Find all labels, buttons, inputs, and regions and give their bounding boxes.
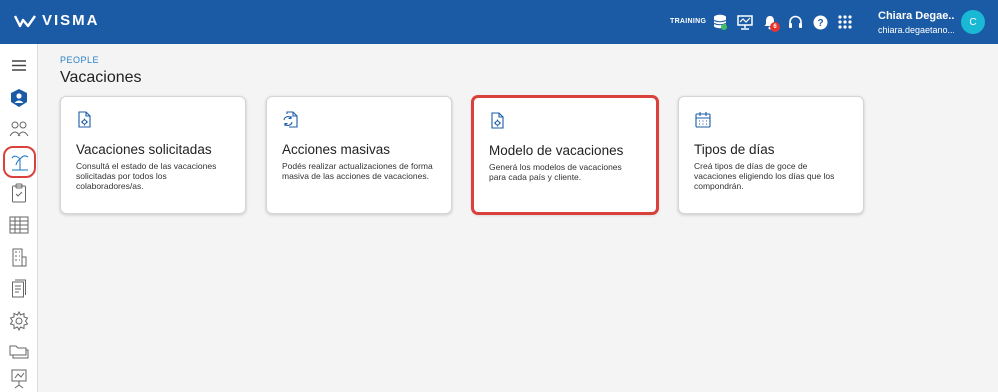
headset-icon[interactable]: [787, 14, 803, 30]
top-bar: VISMA TRAINING 6 ? Chiara Degae... chiar…: [0, 0, 998, 44]
menu-icon[interactable]: [6, 52, 32, 78]
sync-document-icon: [283, 111, 298, 128]
gear-document-icon: [491, 112, 504, 129]
clipboard-icon[interactable]: [6, 180, 32, 206]
apps-grid-icon[interactable]: [837, 14, 853, 30]
calendar-icon: [695, 112, 711, 128]
page-title: Vacaciones: [60, 69, 142, 86]
folders-icon[interactable]: [6, 338, 32, 364]
people-icon[interactable]: [6, 116, 32, 142]
card-description: Generá los modelos de vacaciones para ca…: [489, 162, 622, 182]
card-title: Vacaciones solicitadas: [76, 142, 212, 157]
card-title: Tipos de días: [694, 142, 775, 157]
monitor-icon[interactable]: [737, 14, 753, 30]
calendar-table-icon[interactable]: [6, 212, 32, 238]
brand-name: VISMA: [42, 12, 100, 29]
card-description: Podés realizar actualizaciones de forma …: [282, 161, 433, 181]
card-vacaciones-solicitadas[interactable]: Vacaciones solicitadas Consultá el estad…: [60, 96, 246, 214]
card-description: Creá tipos de días de goce de vacaciones…: [694, 161, 835, 191]
avatar[interactable]: C: [961, 10, 985, 34]
card-tipos-de-dias[interactable]: Tipos de días Creá tipos de días de goce…: [678, 96, 864, 214]
sidebar: [0, 44, 38, 392]
user-name: Chiara Degae...: [878, 10, 954, 22]
building-icon[interactable]: [6, 244, 32, 270]
card-title: Acciones masivas: [282, 142, 391, 157]
visma-logo[interactable]: VISMA: [14, 12, 100, 29]
breadcrumb[interactable]: PEOPLE: [60, 55, 99, 65]
database-icon[interactable]: [712, 14, 728, 30]
user-email: chiara.degaetano...: [878, 25, 954, 35]
card-acciones-masivas[interactable]: Acciones masivas Podés realizar actualiz…: [266, 96, 452, 214]
vacation-icon[interactable]: [3, 146, 36, 178]
card-modelo-de-vacaciones[interactable]: Modelo de vacaciones Generá los modelos …: [472, 96, 658, 214]
settings-icon[interactable]: [6, 308, 32, 334]
bell-icon[interactable]: 6: [762, 14, 780, 32]
card-description: Consultá el estado de las vacaciones sol…: [76, 161, 217, 191]
card-title: Modelo de vacaciones: [489, 143, 624, 158]
documents-icon[interactable]: [6, 276, 32, 302]
profile-icon[interactable]: [6, 85, 32, 111]
presentation-icon[interactable]: [6, 366, 32, 392]
help-icon[interactable]: ?: [812, 14, 828, 30]
notification-badge: 6: [770, 22, 780, 32]
visma-logo-icon: [14, 14, 36, 27]
gear-document-icon: [78, 111, 91, 128]
environment-label: TRAINING: [670, 18, 707, 25]
svg-text:?: ?: [817, 18, 823, 29]
user-menu[interactable]: Chiara Degae... chiara.degaetano...: [878, 10, 954, 35]
